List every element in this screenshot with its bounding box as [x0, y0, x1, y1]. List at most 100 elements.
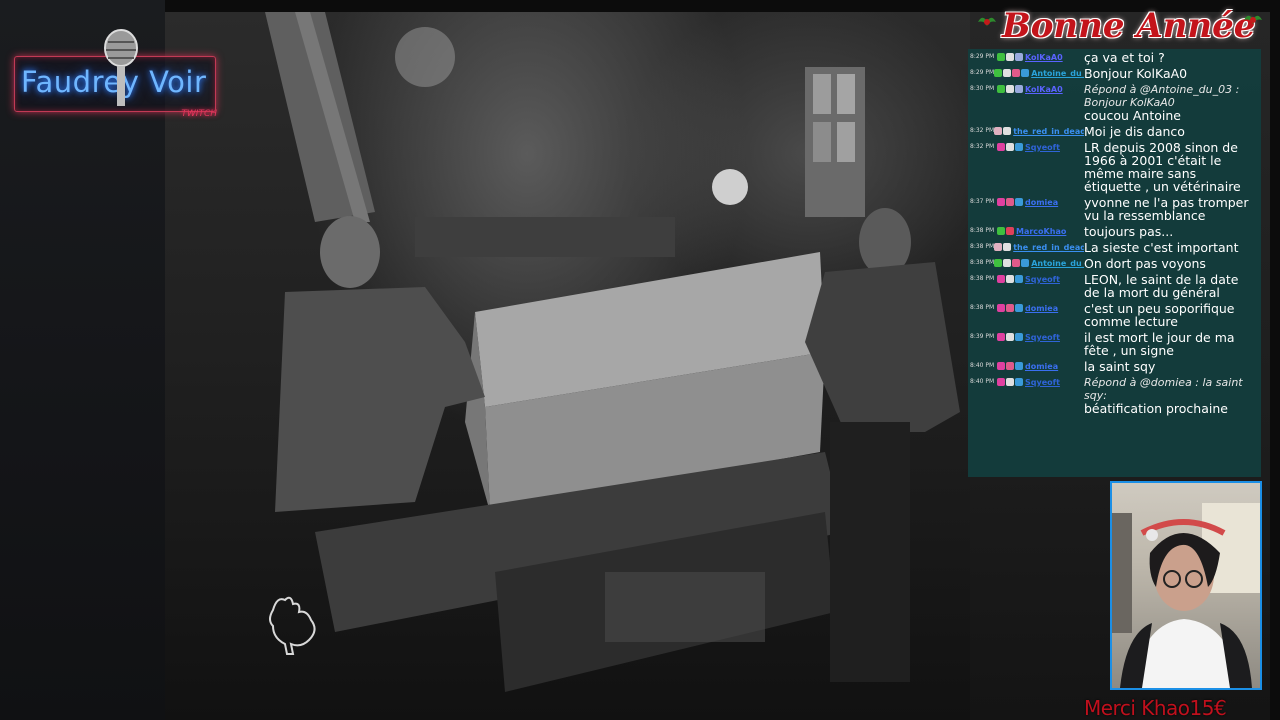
chat-timestamp: 8:38 PM	[970, 243, 995, 250]
badge-icon	[1015, 378, 1023, 386]
chat-message-body: ça va et toi ?	[1084, 51, 1257, 64]
chat-username[interactable]: Sqyeoft	[1025, 333, 1060, 342]
chat-message-text: ça va et toi ?	[1084, 50, 1165, 65]
badge-icon	[1021, 69, 1030, 77]
chat-message: 8:40 PM Sqyeoft Répond à @domiea : la sain…	[968, 376, 1261, 415]
chat-message-body: yvonne ne l'a pas tromper vu la ressembl…	[1084, 196, 1257, 222]
badge-icon	[1006, 304, 1014, 312]
badge-icon	[1003, 69, 1012, 77]
chat-message-meta: 8:30 PM KolKaA0	[970, 83, 1084, 122]
chat-message-meta: 8:32 PM Sqyeoft	[970, 141, 1084, 193]
chat-message: 8:29 PM KolKaA0 ça va et toi ?	[968, 51, 1261, 64]
chat-timestamp: 8:38 PM	[970, 304, 995, 311]
chat-message: 8:38 PM MarcoKhao toujours pas...	[968, 225, 1261, 238]
chat-message-body: Répond à @domiea : la saint sqy: béatific…	[1084, 376, 1257, 415]
chat-username[interactable]: Sqyeoft	[1025, 275, 1060, 284]
chat-username[interactable]: domiea	[1025, 362, 1058, 371]
chat-username[interactable]: KolKaA0	[1025, 53, 1063, 62]
chat-username[interactable]: Antoine_du_03	[1031, 69, 1084, 78]
badge-icon	[994, 243, 1003, 251]
badge-icon	[994, 69, 1003, 77]
donation-thanks: Merci Khao15€	[1084, 696, 1227, 720]
chat-message-body: Répond à @Antoine_du_03 : Bonjour KolKaA…	[1084, 83, 1257, 122]
chat-timestamp: 8:39 PM	[970, 333, 995, 340]
chat-username[interactable]: domiea	[1025, 198, 1058, 207]
chat-username[interactable]: Sqyeoft	[1025, 143, 1060, 152]
badge-icon	[1015, 304, 1023, 312]
chat-message-text: Bonjour KolKaA0	[1084, 66, 1188, 81]
chat-username[interactable]: KolKaA0	[1025, 85, 1063, 94]
badge-icon	[997, 275, 1005, 283]
chat-message-body: il est mort le jour de ma fête , un sign…	[1084, 331, 1257, 357]
chat-username[interactable]: Antoine_du_03	[1031, 259, 1084, 268]
chat-badges	[994, 127, 1012, 135]
badge-icon	[1006, 53, 1014, 61]
chat-badges	[997, 275, 1023, 283]
badge-icon	[1006, 333, 1014, 341]
chat-reply-quote: Répond à @Antoine_du_03 : Bonjour KolKaA…	[1084, 83, 1240, 109]
badge-icon	[1003, 259, 1012, 267]
chat-timestamp: 8:30 PM	[970, 85, 995, 92]
badge-icon	[994, 259, 1003, 267]
chat-username[interactable]: Sqyeoft	[1025, 378, 1060, 387]
chat-message-body: la saint sqy	[1084, 360, 1257, 373]
chat-message-meta: 8:38 PM Sqyeoft	[970, 273, 1084, 299]
badge-icon	[1015, 85, 1023, 93]
chat-username[interactable]: MarcoKhao	[1016, 227, 1066, 236]
badge-icon	[1003, 127, 1012, 135]
badge-icon	[1015, 198, 1023, 206]
chat-message: 8:32 PM Sqyeoft LR depuis 2008 sinon de 19…	[968, 141, 1261, 193]
chat-badges	[994, 243, 1012, 251]
holly-icon	[1244, 15, 1262, 24]
chat-timestamp: 8:38 PM	[970, 259, 995, 266]
chat-message-meta: 8:38 PM MarcoKhao	[970, 225, 1084, 238]
chat-message-text: yvonne ne l'a pas tromper vu la ressembl…	[1084, 195, 1249, 223]
chat-badges	[997, 143, 1023, 151]
chat-username[interactable]: the_red_in_dead	[1013, 243, 1084, 252]
badge-icon	[1015, 53, 1023, 61]
badge-icon	[997, 85, 1005, 93]
chat-message: 8:38 PM the_red_in_dead La sieste c'est im…	[968, 241, 1261, 254]
badge-icon	[1015, 362, 1023, 370]
chat-panel[interactable]: 8:29 PM KolKaA0 ça va et toi ? 8:29 PM Antoi…	[968, 49, 1261, 477]
microphone-icon	[104, 29, 138, 106]
chat-message-text: béatification prochaine	[1084, 401, 1228, 416]
badge-icon	[997, 333, 1005, 341]
chat-message-text: c'est un peu soporifique comme lecture	[1084, 301, 1235, 329]
badge-icon	[1006, 198, 1014, 206]
chat-message-body: LR depuis 2008 sinon de 1966 à 2001 c'ét…	[1084, 141, 1257, 193]
badge-icon	[1006, 275, 1014, 283]
chat-badges	[997, 53, 1023, 61]
chat-message: 8:39 PM Sqyeoft il est mort le jour de ma …	[968, 331, 1261, 357]
chat-message-text: La sieste c'est important	[1084, 240, 1239, 255]
chat-message-text: toujours pas...	[1084, 224, 1174, 239]
chat-username[interactable]: the_red_in_dead	[1013, 127, 1084, 136]
chat-timestamp: 8:32 PM	[970, 143, 995, 150]
banner-text: Bonne Année	[1002, 6, 1256, 46]
chat-badges	[997, 198, 1023, 206]
chat-message-body: On dort pas voyons	[1084, 257, 1257, 270]
chat-message-text: On dort pas voyons	[1084, 256, 1206, 271]
chat-message-body: LEON, le saint de la date de la mort du …	[1084, 273, 1257, 299]
badge-icon	[1012, 69, 1021, 77]
chat-message-body: toujours pas...	[1084, 225, 1257, 238]
chat-timestamp: 8:29 PM	[970, 53, 995, 60]
badge-icon	[1006, 85, 1014, 93]
chat-message-meta: 8:40 PM domiea	[970, 360, 1084, 373]
chat-message-text: la saint sqy	[1084, 359, 1156, 374]
chat-message: 8:30 PM KolKaA0 Répond à @Antoine_du_03 : …	[968, 83, 1261, 122]
chat-message: 8:32 PM the_red_in_dead Moi je dis danco	[968, 125, 1261, 138]
chat-message-meta: 8:29 PM Antoine_du_03	[970, 67, 1084, 80]
badge-icon	[997, 227, 1005, 235]
chat-message-meta: 8:40 PM Sqyeoft	[970, 376, 1084, 415]
logo-sub: TWITCH	[181, 109, 217, 119]
badge-icon	[1006, 362, 1014, 370]
chat-username[interactable]: domiea	[1025, 304, 1058, 313]
chat-message-text: Moi je dis danco	[1084, 124, 1185, 139]
chat-timestamp: 8:29 PM	[970, 69, 995, 76]
chat-message-body: c'est un peu soporifique comme lecture	[1084, 302, 1257, 328]
badge-icon	[1012, 259, 1021, 267]
chat-message-meta: 8:32 PM the_red_in_dead	[970, 125, 1084, 138]
chat-timestamp: 8:40 PM	[970, 362, 995, 369]
streamer-image	[1112, 503, 1260, 688]
